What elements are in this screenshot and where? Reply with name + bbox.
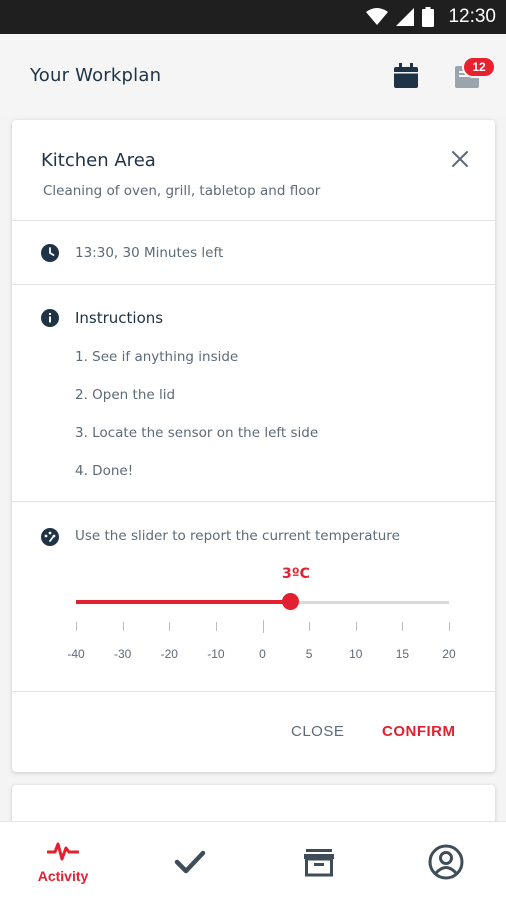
thermometer-gauge-icon [41,528,59,546]
slider-tick-label: 5 [305,647,313,661]
close-button[interactable]: CLOSE [291,723,344,740]
slider-tick [122,622,124,631]
nav-item-activity[interactable]: Activity [0,822,126,900]
divider [12,501,495,502]
card-header: Kitchen Area Cleaning of oven, grill, ta… [12,120,495,220]
slider-tick-label: 0 [259,647,266,661]
temperature-prompt: Use the slider to report the current tem… [75,528,400,544]
slider-tick [449,622,450,631]
slider-tick [76,622,77,631]
slider-tick-label: 20 [442,647,456,661]
instruction-step: 2. Open the lid [75,387,176,403]
instruction-step: 1. See if anything inside [75,349,239,365]
checkmark-icon [174,850,206,873]
task-title: Kitchen Area [41,150,156,171]
time-remaining: 13:30, 30 Minutes left [75,245,224,261]
slider-tick [262,620,264,633]
instruction-step: 3. Locate the sensor on the left side [75,425,319,441]
divider [12,284,495,285]
nav-item-profile[interactable] [383,822,506,900]
confirm-button[interactable]: CONFIRM [382,723,456,740]
close-icon[interactable] [450,149,470,169]
status-time: 12:30 [448,6,496,27]
app-bar: Your Workplan 12 [0,34,506,116]
archive-icon [304,848,334,876]
slider-tick [309,622,311,631]
slider-tick [355,622,357,631]
slider-tick-label: -30 [113,647,132,661]
calendar-icon[interactable] [393,63,419,89]
clock-icon [41,244,59,262]
bottom-navigation: Activity [0,821,506,900]
slider-tick-label: 15 [395,647,410,661]
status-bar: 12:30 [0,0,506,34]
activity-pulse-icon [47,842,79,860]
slider-tick-label: -10 [207,647,225,661]
slider-tick-label: -40 [67,647,85,661]
nav-item-archive[interactable] [256,822,382,900]
slider-tick [215,622,217,631]
slider-thumb[interactable] [281,593,299,610]
battery-icon [422,7,435,27]
slider-tick-label: 10 [349,647,363,661]
nav-item-tasks[interactable] [127,822,253,900]
task-subtitle: Cleaning of oven, grill, tabletop and fl… [43,183,321,199]
nav-label-activity: Activity [37,867,89,884]
instruction-step: 4. Done! [75,463,134,479]
temperature-value: 3ºC [282,566,310,582]
divider [12,220,495,221]
cellular-signal-icon [396,8,415,26]
task-card: Kitchen Area Cleaning of oven, grill, ta… [12,120,495,772]
profile-icon [428,844,464,879]
page-title: Your Workplan [30,64,162,86]
notification-badge: 12 [462,56,496,78]
slider-tick [169,622,171,631]
instructions-title: Instructions [75,309,164,327]
slider-fill [76,600,291,604]
divider [12,691,495,692]
slider-tick-label: -20 [160,647,178,661]
info-icon [41,309,59,327]
wifi-icon [366,8,389,25]
slider-tick [402,622,404,631]
